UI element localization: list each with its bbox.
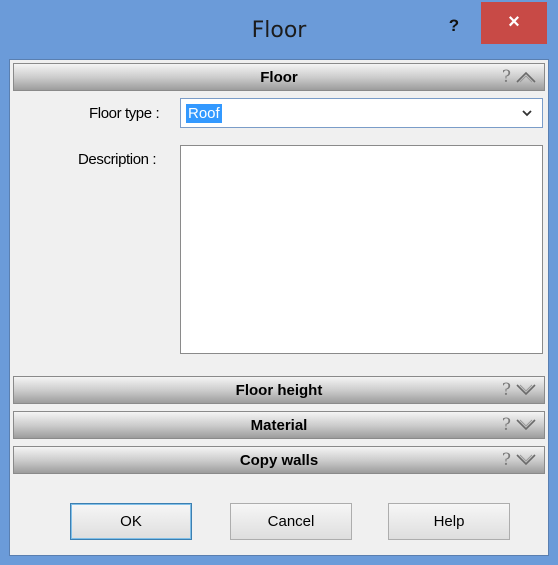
ok-button[interactable]: OK — [70, 503, 192, 540]
description-label: Description : — [78, 151, 157, 168]
section-header-floor-height[interactable]: Floor height ? — [13, 376, 545, 404]
dialog-body: Floor ? Floor type : Roof Description : … — [9, 59, 549, 556]
help-button[interactable]: Help — [388, 503, 510, 540]
section-header-copy-walls[interactable]: Copy walls ? — [13, 446, 545, 474]
chevron-down-icon[interactable] — [516, 383, 536, 397]
chevron-down-icon[interactable] — [516, 453, 536, 467]
section-title-floor: Floor — [260, 69, 298, 86]
section-header-floor[interactable]: Floor ? — [13, 63, 545, 91]
close-button[interactable]: × — [481, 2, 547, 44]
question-icon[interactable]: ? — [502, 415, 511, 435]
description-field[interactable] — [180, 145, 543, 354]
section-header-material[interactable]: Material ? — [13, 411, 545, 439]
title-bar[interactable]: Floor ? × — [0, 0, 558, 60]
cancel-button[interactable]: Cancel — [230, 503, 352, 540]
question-icon[interactable]: ? — [502, 67, 511, 87]
help-title-button[interactable]: ? — [441, 14, 467, 40]
question-icon[interactable]: ? — [502, 380, 511, 400]
section-title-copy-walls: Copy walls — [239, 452, 319, 469]
chevron-down-icon — [522, 110, 532, 117]
floor-type-select[interactable]: Roof — [180, 98, 543, 128]
chevron-up-icon[interactable] — [516, 70, 536, 84]
chevron-down-icon[interactable] — [516, 418, 536, 432]
floor-dialog: Floor ? × Floor ? Floor type : Roof Desc… — [0, 0, 558, 565]
floor-type-value: Roof — [186, 104, 222, 123]
section-title-floor-height: Floor height — [235, 382, 323, 399]
floor-panel: Floor type : Roof Description : — [13, 93, 545, 373]
question-icon[interactable]: ? — [502, 450, 511, 470]
section-title-material: Material — [250, 417, 308, 434]
window-title: Floor — [251, 18, 307, 43]
close-icon: × — [508, 11, 520, 33]
floor-type-label: Floor type : — [89, 105, 160, 122]
